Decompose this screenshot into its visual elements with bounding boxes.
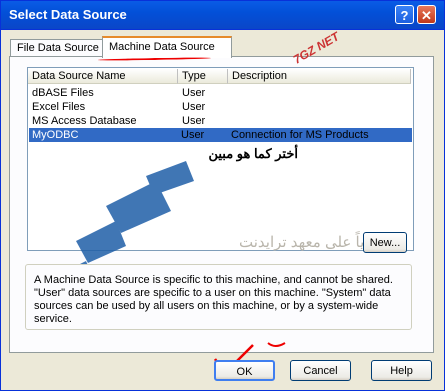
info-groupbox: A Machine Data Source is specific to thi…: [25, 264, 412, 330]
column-header-name[interactable]: Data Source Name: [28, 69, 178, 84]
column-header-type[interactable]: Type: [178, 69, 228, 84]
row-type: User: [182, 115, 206, 127]
help-button[interactable]: Help: [371, 360, 432, 381]
info-text: A Machine Data Source is specific to thi…: [34, 274, 393, 325]
window-title: Select Data Source: [9, 7, 127, 22]
row-type: User: [182, 101, 206, 113]
arabic-annotation: أختر كما هو مبين: [208, 146, 298, 161]
help-title-button[interactable]: ?: [395, 5, 414, 24]
new-button[interactable]: New...: [363, 232, 407, 253]
dialog-window: Select Data Source ? ✕ File Data Source …: [0, 0, 445, 391]
ok-button[interactable]: OK: [214, 360, 275, 381]
row-name: MyODBC: [32, 129, 79, 141]
table-row[interactable]: MS Access Database User: [29, 114, 412, 128]
row-type: User: [181, 129, 205, 141]
close-button[interactable]: ✕: [417, 5, 436, 24]
data-source-list[interactable]: Data Source Name Type Description dBASE …: [27, 67, 414, 251]
column-header-description[interactable]: Description: [228, 69, 411, 84]
title-bar[interactable]: Select Data Source ? ✕: [1, 1, 444, 30]
row-name: MS Access Database: [32, 115, 137, 127]
row-type: User: [182, 87, 206, 99]
table-row[interactable]: Excel Files User: [29, 100, 412, 114]
row-name: Excel Files: [32, 101, 86, 113]
tab-file-data-source[interactable]: File Data Source: [10, 39, 110, 56]
tab-machine-data-source[interactable]: Machine Data Source: [102, 36, 232, 58]
row-desc: Connection for MS Products: [231, 129, 369, 141]
cancel-button[interactable]: Cancel: [290, 360, 351, 381]
table-row[interactable]: dBASE Files User: [29, 86, 412, 100]
row-name: dBASE Files: [32, 87, 94, 99]
